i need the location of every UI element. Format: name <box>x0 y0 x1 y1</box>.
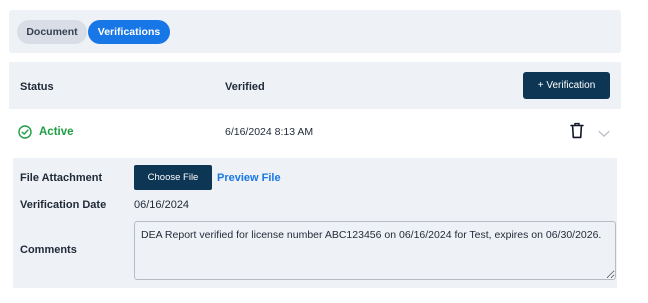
check-circle-icon <box>18 125 32 139</box>
tab-bar: Document Verifications <box>9 10 621 53</box>
verified-timestamp: 6/16/2024 8:13 AM <box>225 126 314 138</box>
comments-field[interactable]: DEA Report verified for license number A… <box>134 221 616 280</box>
preview-file-link[interactable]: Preview File <box>217 172 281 184</box>
verification-date-value: 06/16/2024 <box>134 199 190 211</box>
verification-date-label: Verification Date <box>20 199 107 211</box>
table-header: Status Verified + Verification <box>9 62 621 109</box>
tab-verifications[interactable]: Verifications <box>88 20 170 44</box>
chevron-down-icon[interactable] <box>598 125 610 143</box>
file-attachment-label: File Attachment <box>20 172 103 184</box>
comments-label: Comments <box>20 244 77 256</box>
choose-file-button[interactable]: Choose File <box>134 165 212 190</box>
add-verification-button[interactable]: + Verification <box>523 72 610 99</box>
verified-column-header: Verified <box>225 81 265 93</box>
status-badge: Active <box>39 126 74 138</box>
table-row[interactable]: Active 6/16/2024 8:13 AM <box>9 112 621 152</box>
tab-document[interactable]: Document <box>17 20 87 44</box>
verification-detail-panel: File Attachment Choose File Preview File… <box>13 158 617 288</box>
status-column-header: Status <box>20 81 54 93</box>
trash-icon[interactable] <box>570 122 584 144</box>
status-cell: Active <box>18 124 74 140</box>
